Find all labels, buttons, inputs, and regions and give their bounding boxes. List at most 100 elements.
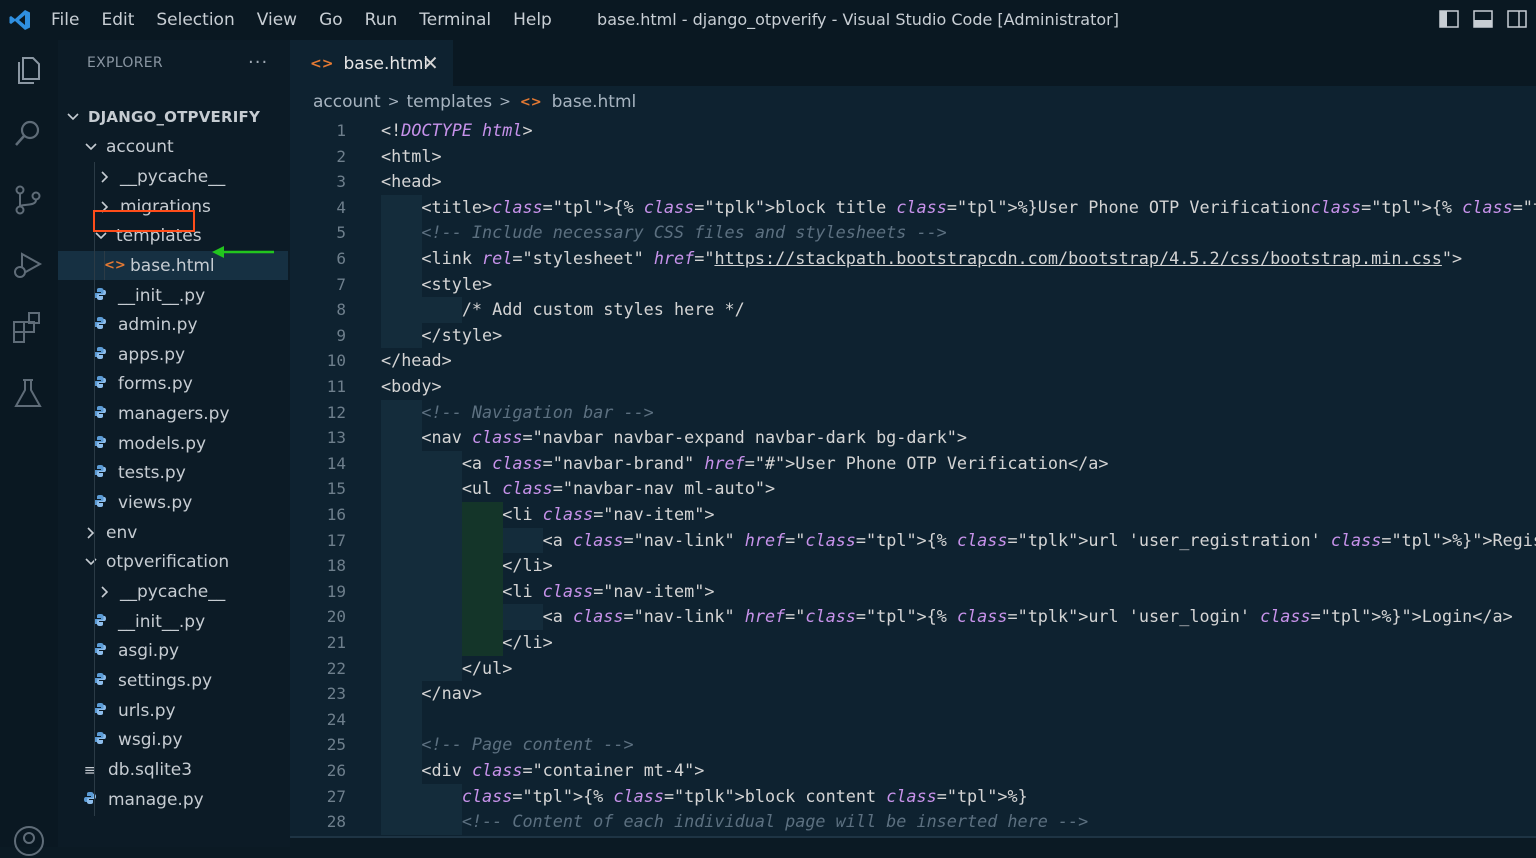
title-bar: File Edit Selection View Go Run Terminal Help b… [0, 0, 1536, 40]
account-icon[interactable] [12, 824, 46, 858]
search-icon[interactable] [10, 116, 46, 152]
code-line[interactable]: <body> [381, 374, 442, 399]
tree-item-label: __init__.py [118, 285, 206, 306]
menu-terminal[interactable]: Terminal [408, 10, 502, 30]
editor-bottom-border [290, 836, 1536, 838]
code-line[interactable]: <!-- Navigation bar --> [381, 400, 653, 425]
menu-help[interactable]: Help [502, 10, 563, 30]
code-line[interactable]: <a class="navbar-brand" href="#">User Ph… [381, 451, 1109, 476]
code-line[interactable]: <title>class="tpl">{% class="tplk">block… [381, 195, 1536, 220]
menu-bar: File Edit Selection View Go Run Terminal Help [40, 0, 563, 40]
chevron-down-icon [94, 229, 116, 243]
code-line[interactable]: /* Add custom styles here */ [381, 297, 745, 322]
tree-item-label: views.py [118, 492, 193, 513]
code-line[interactable]: <div class="container mt-4"> [381, 758, 704, 783]
line-number: 5 [336, 223, 346, 243]
code-editor[interactable]: 1 <!DOCTYPE html> 2 <html> 3 <head> 4 <title>c… [290, 118, 1536, 836]
testing-icon[interactable] [10, 376, 46, 412]
toggle-panel-icon[interactable] [1472, 8, 1494, 30]
line-number: 21 [326, 633, 346, 652]
tree-item-label: DJANGO_OTPVERIFY [88, 107, 261, 126]
code-line[interactable]: <!-- Page content --> [381, 732, 633, 757]
menu-file[interactable]: File [40, 10, 90, 30]
tree-item-wsgi-py[interactable]: wsgi.py [58, 725, 288, 754]
code-line[interactable]: class="tpl">{% class="tplk">block conten… [381, 784, 1028, 809]
tree-item-urls-py[interactable]: urls.py [58, 696, 288, 725]
tree-item-django-otpverify[interactable]: DJANGO_OTPVERIFY [58, 102, 288, 131]
tree-item-migrations[interactable]: migrations [58, 192, 288, 221]
code-line[interactable]: <a class="nav-link" href="class="tpl">{%… [381, 528, 1536, 553]
code-line[interactable]: </style> [381, 323, 502, 348]
code-line[interactable]: </head> [381, 348, 452, 373]
code-line[interactable]: <html> [381, 144, 442, 169]
tab-base-html[interactable]: <> base.html ✕ [290, 40, 453, 87]
tree-item-label: templates [116, 225, 202, 246]
explorer-more-actions-icon[interactable]: ··· [248, 52, 268, 73]
tree-item-views-py[interactable]: views.py [58, 488, 288, 517]
line-number: 6 [336, 249, 346, 268]
tree-item-db-sqlite3[interactable]: ≡ db.sqlite3 [58, 755, 288, 784]
tree-item-account[interactable]: account [58, 132, 288, 161]
line-number: 9 [336, 325, 346, 345]
tree-item-tests-py[interactable]: tests.py [58, 458, 288, 487]
tree-item-admin-py[interactable]: admin.py [58, 310, 288, 339]
code-line[interactable]: </li> [381, 630, 553, 655]
menu-edit[interactable]: Edit [90, 10, 145, 30]
code-line[interactable]: <a class="nav-link" href="class="tpl">{%… [381, 604, 1513, 629]
tree-item-managers-py[interactable]: managers.py [58, 399, 288, 428]
extensions-icon[interactable] [10, 310, 46, 346]
menu-run[interactable]: Run [354, 10, 409, 30]
close-tab-icon[interactable]: ✕ [422, 51, 439, 75]
tree-item-label: asgi.py [118, 640, 180, 661]
code-line[interactable]: <!-- Content of each individual page wil… [381, 809, 1088, 834]
menu-selection[interactable]: Selection [145, 10, 245, 30]
breadcrumb-account[interactable]: account [311, 92, 383, 112]
toggle-primary-sidebar-icon[interactable] [1438, 8, 1460, 30]
source-control-icon[interactable] [10, 182, 46, 218]
tree-item-label: forms.py [118, 373, 193, 394]
activity-bar [0, 40, 58, 856]
menu-view[interactable]: View [246, 10, 308, 30]
tree-item-label: base.html [130, 255, 215, 276]
tree-item-init-py[interactable]: __init__.py [58, 281, 288, 310]
tree-item-pycache[interactable]: __pycache__ [58, 577, 288, 606]
breadcrumb-templates[interactable]: templates [404, 92, 494, 112]
files-icon[interactable] [10, 52, 46, 88]
code-line[interactable]: <style> [381, 272, 492, 297]
tree-item-env[interactable]: env [58, 518, 288, 547]
code-line[interactable]: <!-- Include necessary CSS files and sty… [381, 220, 946, 245]
tree-item-init-py[interactable]: __init__.py [58, 607, 288, 636]
line-number: 25 [326, 735, 346, 755]
line-number: 14 [326, 453, 346, 473]
code-line[interactable]: </li> [381, 553, 553, 578]
code-line[interactable]: </ul> [381, 656, 513, 681]
tree-item-pycache[interactable]: __pycache__ [58, 162, 288, 191]
code-line[interactable]: <li class="nav-item"> [381, 579, 714, 604]
tree-item-label: wsgi.py [118, 729, 183, 750]
run-debug-icon[interactable] [10, 246, 46, 282]
toggle-secondary-sidebar-icon[interactable] [1506, 8, 1528, 30]
tree-item-settings-py[interactable]: settings.py [58, 666, 288, 695]
breadcrumb-file[interactable]: base.html [550, 92, 639, 112]
tree-item-forms-py[interactable]: forms.py [58, 369, 288, 398]
tree-item-asgi-py[interactable]: asgi.py [58, 636, 288, 665]
menu-go[interactable]: Go [308, 10, 354, 30]
tree-item-otpverification[interactable]: otpverification [58, 547, 288, 576]
tree-item-label: env [106, 522, 138, 543]
code-line[interactable]: <nav class="navbar navbar-expand navbar-… [381, 425, 967, 450]
tree-item-apps-py[interactable]: apps.py [58, 340, 288, 369]
indent-guide [381, 706, 422, 733]
line-number: 13 [326, 428, 346, 448]
code-line[interactable]: <head> [381, 169, 442, 194]
chevron-right-icon [98, 200, 120, 214]
code-line[interactable]: <ul class="navbar-nav ml-auto"> [381, 476, 775, 501]
tree-item-models-py[interactable]: models.py [58, 429, 288, 458]
green-arrow-icon [212, 246, 274, 258]
tree-indent-guide [104, 251, 105, 280]
editor-tab-bar: <> base.html ✕ [290, 40, 1536, 87]
code-line[interactable]: <link rel="stylesheet" href="https://sta… [381, 246, 1462, 271]
code-line[interactable]: <!DOCTYPE html> [381, 118, 533, 143]
tree-item-manage-py[interactable]: manage.py [58, 785, 288, 814]
code-line[interactable]: </nav> [381, 681, 482, 706]
code-line[interactable]: <li class="nav-item"> [381, 502, 714, 527]
